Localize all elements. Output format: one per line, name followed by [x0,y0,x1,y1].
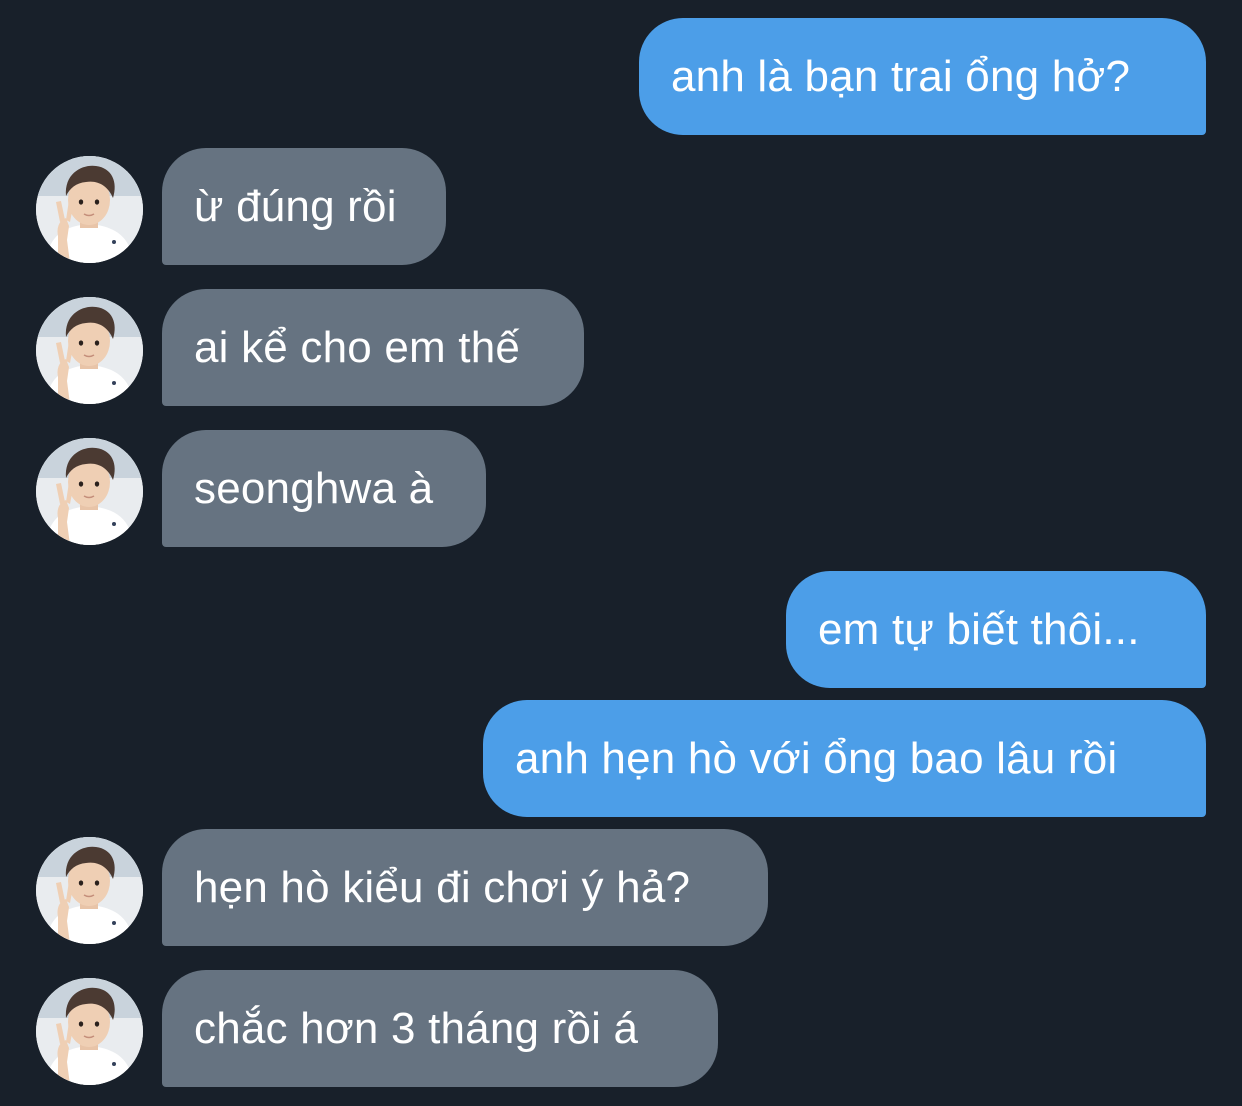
message-bubble[interactable]: ai kể cho em thế [162,289,584,406]
message-outgoing[interactable]: anh hẹn hò với ổng bao lâu rồi [483,700,1206,817]
contact-avatar-icon[interactable] [36,837,143,944]
contact-avatar-icon[interactable] [36,297,143,404]
message-incoming[interactable]: ai kể cho em thế [36,289,584,406]
message-bubble[interactable]: ừ đúng rồi [162,148,446,265]
message-bubble[interactable]: hẹn hò kiểu đi chơi ý hả? [162,829,768,946]
chat-thread: anh là bạn trai ổng hở? ừ đúng rồi ai kể… [0,0,1242,1106]
message-bubble[interactable]: em tự biết thôi... [786,571,1206,688]
contact-avatar-icon[interactable] [36,978,143,1085]
message-bubble[interactable]: chắc hơn 3 tháng rồi á [162,970,718,1087]
message-outgoing[interactable]: em tự biết thôi... [786,571,1206,688]
message-text: ừ đúng rồi [194,181,397,231]
message-outgoing[interactable]: anh là bạn trai ổng hở? [639,18,1206,135]
message-text: chắc hơn 3 tháng rồi á [194,1003,639,1053]
message-text: anh là bạn trai ổng hở? [671,51,1131,101]
message-text: hẹn hò kiểu đi chơi ý hả? [194,862,691,912]
message-incoming[interactable]: hẹn hò kiểu đi chơi ý hả? [36,829,768,946]
message-bubble[interactable]: anh là bạn trai ổng hở? [639,18,1206,135]
contact-avatar-icon[interactable] [36,438,143,545]
message-text: em tự biết thôi... [818,604,1140,654]
message-incoming[interactable]: seonghwa à [36,430,486,547]
message-text: seonghwa à [194,463,434,513]
message-text: ai kể cho em thế [194,322,521,372]
message-incoming[interactable]: chắc hơn 3 tháng rồi á [36,970,718,1087]
message-bubble[interactable]: seonghwa à [162,430,486,547]
message-incoming[interactable]: ừ đúng rồi [36,148,446,265]
message-bubble[interactable]: anh hẹn hò với ổng bao lâu rồi [483,700,1206,817]
contact-avatar-icon[interactable] [36,156,143,263]
message-text: anh hẹn hò với ổng bao lâu rồi [515,733,1118,783]
